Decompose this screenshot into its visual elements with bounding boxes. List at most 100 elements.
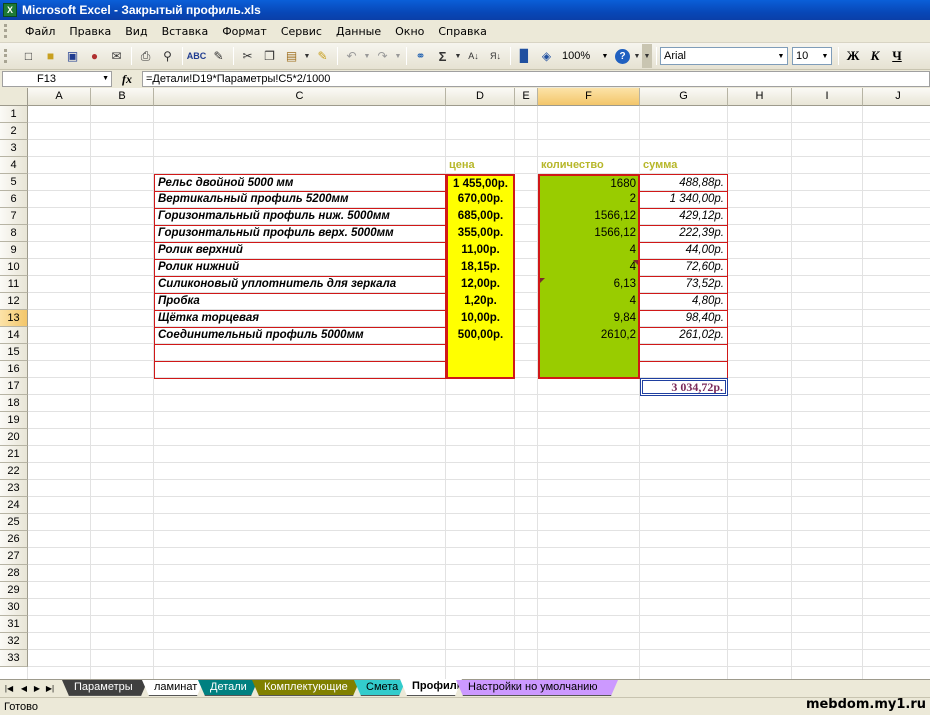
price-cell[interactable]: 1 455,00р. bbox=[446, 174, 515, 192]
quantity-cell[interactable]: 1566,12 bbox=[538, 208, 640, 226]
sum-cell[interactable]: 4,80р. bbox=[640, 293, 728, 311]
row-header[interactable]: 12 bbox=[0, 293, 28, 310]
spelling-icon[interactable]: ABC bbox=[186, 46, 207, 67]
print-preview-icon[interactable]: ⚲ bbox=[157, 46, 178, 67]
column-header-g[interactable]: G bbox=[640, 88, 728, 106]
row-header[interactable]: 1 bbox=[0, 106, 28, 123]
quantity-cell[interactable] bbox=[538, 361, 640, 379]
row-header[interactable]: 25 bbox=[0, 514, 28, 531]
email-icon[interactable]: ✉ bbox=[106, 46, 127, 67]
menu-file[interactable]: Файл bbox=[18, 23, 62, 40]
sum-header[interactable]: сумма bbox=[640, 157, 728, 175]
next-sheet-icon[interactable]: ▶ bbox=[31, 682, 43, 695]
chevron-down-icon[interactable]: ▼ bbox=[599, 48, 611, 64]
row-header[interactable]: 14 bbox=[0, 327, 28, 344]
row-header[interactable]: 7 bbox=[0, 208, 28, 225]
help-icon[interactable]: ? bbox=[615, 48, 630, 64]
row-header[interactable]: 15 bbox=[0, 344, 28, 361]
row-header[interactable]: 33 bbox=[0, 650, 28, 667]
sum-cell[interactable]: 222,39р. bbox=[640, 225, 728, 243]
chevron-down-icon[interactable]: ▼ bbox=[363, 46, 371, 67]
row-header[interactable]: 18 bbox=[0, 395, 28, 412]
row-header[interactable]: 11 bbox=[0, 276, 28, 293]
price-cell[interactable]: 685,00р. bbox=[446, 208, 515, 226]
row-header[interactable]: 29 bbox=[0, 582, 28, 599]
first-sheet-icon[interactable]: |◀ bbox=[3, 682, 15, 695]
price-cell[interactable]: 11,00р. bbox=[446, 242, 515, 260]
item-name-cell[interactable]: Силиконовый уплотнитель для зеркала bbox=[154, 276, 446, 294]
item-name-cell[interactable]: Ролик нижний bbox=[154, 259, 446, 277]
menu-edit[interactable]: Правка bbox=[62, 23, 118, 40]
chevron-down-icon[interactable]: ▼ bbox=[775, 48, 787, 64]
price-cell[interactable] bbox=[446, 361, 515, 379]
column-header-b[interactable]: B bbox=[91, 88, 154, 106]
item-name-cell[interactable]: Соединительный профиль 5000мм bbox=[154, 327, 446, 345]
price-cell[interactable]: 500,00р. bbox=[446, 327, 515, 345]
column-header-i[interactable]: I bbox=[792, 88, 863, 106]
quantity-cell[interactable] bbox=[538, 344, 640, 362]
quantity-cell[interactable]: 4 bbox=[538, 259, 640, 277]
row-header[interactable]: 32 bbox=[0, 633, 28, 650]
zoom-combo[interactable]: 100% ▼ bbox=[558, 47, 612, 65]
row-header[interactable]: 26 bbox=[0, 531, 28, 548]
sheet-tab-5[interactable]: Смета bbox=[354, 680, 406, 696]
row-header[interactable]: 31 bbox=[0, 616, 28, 633]
chevron-down-icon[interactable]: ▼ bbox=[394, 46, 402, 67]
column-header-h[interactable]: H bbox=[728, 88, 792, 106]
sum-cell[interactable]: 73,52р. bbox=[640, 276, 728, 294]
quantity-cell[interactable]: 4 bbox=[538, 242, 640, 260]
menu-help[interactable]: Справка bbox=[431, 23, 493, 40]
menu-data[interactable]: Данные bbox=[329, 23, 388, 40]
price-cell[interactable]: 670,00р. bbox=[446, 191, 515, 209]
save-icon[interactable]: ▣ bbox=[62, 46, 83, 67]
price-cell[interactable]: 12,00р. bbox=[446, 276, 515, 294]
menu-window[interactable]: Окно bbox=[388, 23, 431, 40]
column-header-a[interactable]: A bbox=[28, 88, 91, 106]
row-header[interactable]: 3 bbox=[0, 140, 28, 157]
row-header[interactable]: 16 bbox=[0, 361, 28, 378]
row-header[interactable]: 2 bbox=[0, 123, 28, 140]
chevron-down-icon[interactable]: ▼ bbox=[819, 48, 831, 64]
worksheet-grid[interactable]: A B C D E F G H I J 1 2 3 4 5 6 7 8 9 10 11 12 13 14 15 16 17 18 19 2… bbox=[0, 88, 930, 679]
font-combo[interactable]: Arial ▼ bbox=[660, 47, 788, 65]
quantity-cell[interactable]: 1566,12 bbox=[538, 225, 640, 243]
comment-indicator-icon[interactable] bbox=[540, 278, 545, 283]
quantity-cell[interactable]: 9,84 bbox=[538, 310, 640, 328]
menu-format[interactable]: Формат bbox=[215, 23, 274, 40]
italic-button[interactable]: К bbox=[864, 46, 886, 67]
sheet-tab-4[interactable]: Комплектующие bbox=[252, 680, 360, 696]
sheet-tab-3[interactable]: Детали bbox=[198, 680, 258, 696]
column-header-j[interactable]: J bbox=[863, 88, 930, 106]
row-header[interactable]: 24 bbox=[0, 497, 28, 514]
price-cell[interactable] bbox=[446, 344, 515, 362]
redo-icon[interactable]: ↷ bbox=[372, 46, 393, 67]
column-header-c[interactable]: C bbox=[154, 88, 446, 106]
sheet-tab-7[interactable]: Настройки но умолчанию bbox=[456, 680, 618, 696]
row-header[interactable]: 27 bbox=[0, 548, 28, 565]
row-header[interactable]: 23 bbox=[0, 480, 28, 497]
drawing-icon[interactable]: ◈ bbox=[536, 46, 557, 67]
total-sum-cell[interactable]: 3 034,72р. bbox=[640, 378, 728, 396]
item-name-cell[interactable]: Ролик верхний bbox=[154, 242, 446, 260]
undo-icon[interactable]: ↶ bbox=[341, 46, 362, 67]
sum-cell[interactable]: 1 340,00р. bbox=[640, 191, 728, 209]
bold-button[interactable]: Ж bbox=[842, 46, 864, 67]
autosum-icon[interactable]: Σ bbox=[432, 46, 453, 67]
sum-cell[interactable]: 429,12р. bbox=[640, 208, 728, 226]
formula-input[interactable]: =Детали!D19*Параметры!C5*2/1000 bbox=[142, 71, 930, 87]
sheet-tab-1[interactable]: Параметры bbox=[62, 680, 148, 696]
cut-icon[interactable]: ✂ bbox=[237, 46, 258, 67]
chevron-down-icon[interactable]: ▼ bbox=[102, 72, 109, 86]
underline-button[interactable]: Ч bbox=[886, 46, 908, 67]
permission-icon[interactable]: ● bbox=[84, 46, 105, 67]
sum-cell[interactable]: 261,02р. bbox=[640, 327, 728, 345]
menu-grip-icon[interactable] bbox=[4, 24, 14, 38]
quantity-cell[interactable]: 2 bbox=[538, 191, 640, 209]
row-header[interactable]: 19 bbox=[0, 412, 28, 429]
sum-cell[interactable]: 72,60р. bbox=[640, 259, 728, 277]
item-name-cell[interactable]: Горизонтальный профиль ниж. 5000мм bbox=[154, 208, 446, 226]
sum-cell[interactable]: 488,88р. bbox=[640, 174, 728, 192]
item-name-cell[interactable]: Рельс двойной 5000 мм bbox=[154, 174, 446, 192]
row-header[interactable]: 17 bbox=[0, 378, 28, 395]
toolbar-grip-icon[interactable] bbox=[4, 49, 14, 63]
